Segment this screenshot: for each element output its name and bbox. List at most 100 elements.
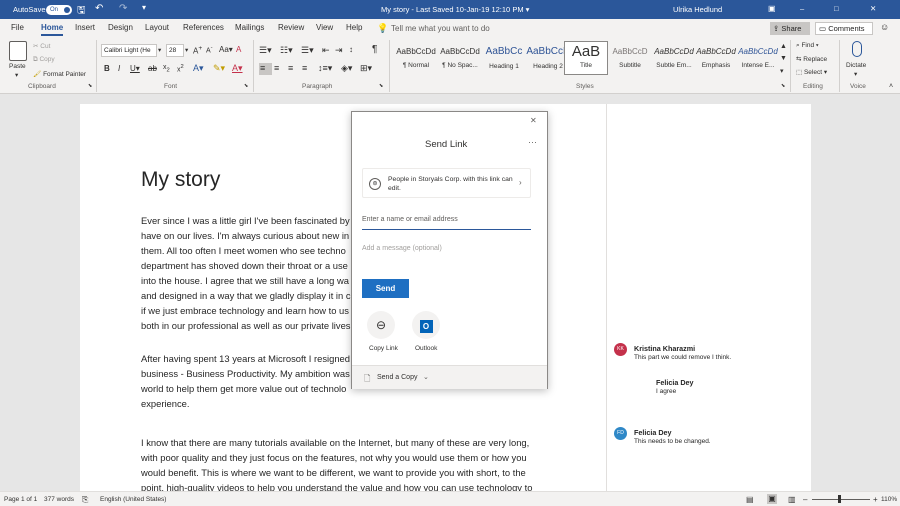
dictate-button[interactable]: Dictate <box>846 62 866 69</box>
customize-toolbar-icon[interactable]: ▾ <box>142 3 146 12</box>
send-button[interactable]: Send <box>362 279 409 298</box>
styles-launcher-icon[interactable]: ⬊ <box>781 83 785 89</box>
zoom-slider[interactable] <box>812 499 870 500</box>
justify-icon[interactable]: ≡ <box>302 63 307 73</box>
show-marks-icon[interactable]: ¶ <box>372 44 377 55</box>
redo-icon[interactable]: ↷ <box>119 3 127 14</box>
find-button[interactable]: ⌕ Find ▾ <box>796 42 819 50</box>
style-8[interactable]: AaBbCcDd Intense E... <box>736 41 780 75</box>
copy-link-label[interactable]: Copy Link <box>369 345 398 352</box>
zoom-out-icon[interactable]: – <box>803 495 807 504</box>
microphone-icon[interactable] <box>852 41 862 57</box>
bold-icon[interactable]: B <box>104 64 110 73</box>
print-layout-icon[interactable]: ▣ <box>767 494 777 504</box>
paste-dropdown-icon[interactable]: ▾ <box>15 71 18 79</box>
decrease-indent-icon[interactable]: ⇤ <box>322 45 330 56</box>
align-center-icon[interactable]: ≡ <box>274 63 279 73</box>
copy-button[interactable]: ⧉ Copy <box>33 56 55 64</box>
shading-icon[interactable]: ◈▾ <box>341 63 352 74</box>
maximize-button[interactable]: □ <box>834 4 839 13</box>
page-count[interactable]: Page 1 of 1 <box>4 496 37 503</box>
tab-design[interactable]: Design <box>108 23 133 32</box>
zoom-level[interactable]: 110% <box>881 496 897 503</box>
read-mode-icon[interactable]: ▤ <box>746 495 754 504</box>
tab-file[interactable]: File <box>11 23 24 32</box>
document-title[interactable]: My story - Last Saved 10-Jan-19 12:10 PM… <box>381 5 529 14</box>
style-2[interactable]: AaBbCc Heading 1 <box>482 41 526 75</box>
paragraph-3[interactable]: I know that there are many tutorials ava… <box>141 435 541 495</box>
font-color-icon[interactable]: A▾ <box>232 63 243 74</box>
tab-insert[interactable]: Insert <box>75 23 95 32</box>
autosave-toggle[interactable]: On <box>46 5 72 15</box>
style-0[interactable]: AaBbCcDd ¶ Normal <box>394 41 438 75</box>
tab-help[interactable]: Help <box>346 23 362 32</box>
outlook-icon[interactable]: O <box>412 311 440 339</box>
strikethrough-icon[interactable]: ab <box>148 64 157 73</box>
paste-icon[interactable] <box>9 41 27 61</box>
outlook-label[interactable]: Outlook <box>415 345 437 352</box>
dialog-close-button[interactable]: ✕ <box>530 116 537 125</box>
link-settings-button[interactable]: ⊜ People in Storyals Corp. with this lin… <box>362 168 531 198</box>
style-5[interactable]: AaBbCcD Subtitle <box>608 41 652 75</box>
close-button[interactable]: ✕ <box>870 4 876 13</box>
smiley-icon[interactable]: ☺ <box>880 22 889 32</box>
tab-review[interactable]: Review <box>278 23 304 32</box>
replace-button[interactable]: ⇆ Replace <box>796 55 827 63</box>
save-icon[interactable]: 🖫 <box>77 3 86 20</box>
multilevel-list-icon[interactable]: ☰▾ <box>301 45 314 56</box>
text-effects-icon[interactable]: A▾ <box>193 63 204 74</box>
undo-icon[interactable]: ↶ <box>95 3 103 14</box>
comment-text[interactable]: This needs to be changed. <box>634 438 711 445</box>
zoom-slider-thumb[interactable] <box>838 495 841 503</box>
reply-text[interactable]: I agree <box>656 388 676 395</box>
document-title-heading[interactable]: My story <box>141 168 220 192</box>
paste-button[interactable]: Paste <box>9 63 26 70</box>
font-name-dropdown-icon[interactable]: ▾ <box>158 46 161 54</box>
line-spacing-icon[interactable]: ↕≡▾ <box>318 63 332 74</box>
web-layout-icon[interactable]: ▥ <box>788 495 796 504</box>
highlight-icon[interactable]: ✎▾ <box>213 63 225 74</box>
change-case-icon[interactable]: Aa▾ <box>219 45 233 54</box>
styles-more-icon[interactable]: ▾ <box>780 67 784 75</box>
numbering-icon[interactable]: ☷▾ <box>280 45 293 56</box>
increase-indent-icon[interactable]: ⇥ <box>335 45 343 56</box>
sort-icon[interactable]: ↕ <box>349 45 353 54</box>
tab-layout[interactable]: Layout <box>145 23 169 32</box>
clipboard-launcher-icon[interactable]: ⬊ <box>88 83 92 89</box>
ribbon-display-icon[interactable]: ▣ <box>768 4 776 13</box>
italic-icon[interactable]: I <box>118 64 120 73</box>
recipient-input[interactable]: Enter a name or email address <box>362 216 458 223</box>
share-button[interactable]: ⇪ Share <box>770 22 810 35</box>
tab-home[interactable]: Home <box>41 23 64 36</box>
proofing-icon[interactable]: ⎘ <box>82 495 88 505</box>
font-name-box[interactable]: Calibri Light (He <box>101 44 157 57</box>
language-indicator[interactable]: English (United States) <box>100 496 166 503</box>
message-input[interactable]: Add a message (optional) <box>362 245 442 252</box>
superscript-icon[interactable]: x2 <box>177 64 184 73</box>
copy-link-icon[interactable]: ⊖ <box>367 311 395 339</box>
bullets-icon[interactable]: ☰▾ <box>259 45 272 56</box>
borders-icon[interactable]: ⊞▾ <box>360 63 372 74</box>
style-7[interactable]: AaBbCcDd Emphasis <box>694 41 738 75</box>
cut-button[interactable]: ✂ Cut <box>33 42 50 50</box>
shrink-font-icon[interactable]: A- <box>206 45 213 54</box>
tab-view[interactable]: View <box>316 23 333 32</box>
tell-me-search[interactable]: Tell me what you want to do <box>391 24 490 33</box>
underline-icon[interactable]: U▾ <box>130 64 140 73</box>
subscript-icon[interactable]: x2 <box>163 64 170 73</box>
styles-scroll-down-icon[interactable]: ▼ <box>780 55 787 62</box>
tab-mailings[interactable]: Mailings <box>235 23 264 32</box>
send-copy-bar[interactable]: 🗋 Send a Copy ⌄ <box>352 365 547 389</box>
style-1[interactable]: AaBbCcDd ¶ No Spac... <box>438 41 482 75</box>
font-launcher-icon[interactable]: ⬊ <box>244 83 248 89</box>
align-left-icon[interactable]: ≡ <box>260 63 265 73</box>
dictate-dropdown-icon[interactable]: ▾ <box>854 70 857 78</box>
font-size-box[interactable]: 28 <box>166 44 184 57</box>
more-options-button[interactable]: ··· <box>528 137 537 147</box>
paragraph-launcher-icon[interactable]: ⬊ <box>379 83 383 89</box>
clear-formatting-icon[interactable]: A <box>236 45 241 54</box>
comments-button[interactable]: ▭ Comments <box>815 22 873 35</box>
minimize-button[interactable]: – <box>800 4 804 13</box>
select-button[interactable]: ⬚ Select ▾ <box>796 68 827 76</box>
user-name[interactable]: Ulrika Hedlund <box>673 5 722 14</box>
